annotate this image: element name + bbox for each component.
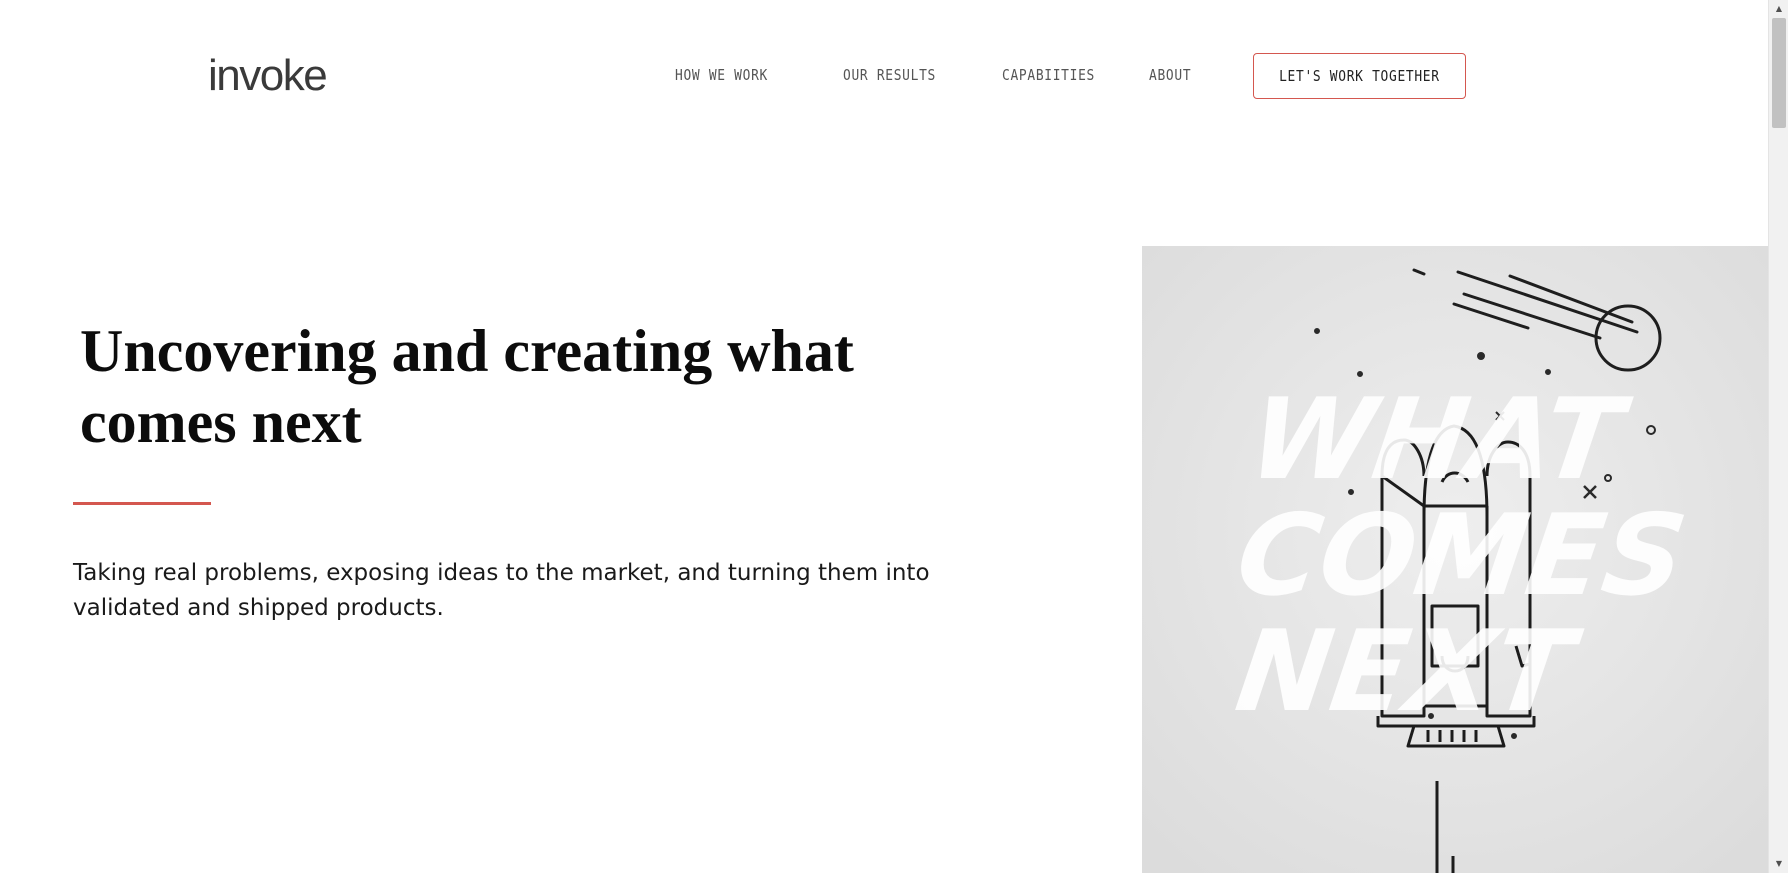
lettering-next: NEXT <box>1229 607 1588 737</box>
vertical-scrollbar[interactable]: ▲ ▼ <box>1768 0 1788 873</box>
nav-capabilities[interactable]: CAPABIITIES <box>1002 66 1095 84</box>
scroll-down-icon[interactable]: ▼ <box>1769 856 1788 872</box>
lettering-what: WHAT <box>1242 375 1638 505</box>
nav-our-results[interactable]: OUR RESULTS <box>843 66 936 84</box>
lets-work-together-button[interactable]: LET'S WORK TOGETHER <box>1253 53 1466 99</box>
hero-title: Uncovering and creating what comes next <box>80 318 854 455</box>
lettering-comes: COMES <box>1229 491 1693 621</box>
hero-artwork: WHAT COMES NEXT <box>1142 246 1768 873</box>
logo[interactable]: invoke <box>208 46 328 106</box>
nav-about[interactable]: ABOUT <box>1149 66 1191 84</box>
nav-how-we-work[interactable]: HOW WE WORK <box>675 66 768 84</box>
scroll-thumb[interactable] <box>1772 18 1786 128</box>
artwork-illustration: WHAT COMES NEXT <box>1142 246 1768 873</box>
hero-subtitle: Taking real problems, exposing ideas to … <box>73 560 930 621</box>
scroll-up-icon[interactable]: ▲ <box>1769 1 1788 17</box>
accent-divider <box>73 502 211 505</box>
page: invoke HOW WE WORK OUR RESULTS CAPABIITI… <box>0 0 1768 873</box>
cta-label: LET'S WORK TOGETHER <box>1279 67 1440 85</box>
site-header: invoke HOW WE WORK OUR RESULTS CAPABIITI… <box>0 0 1768 130</box>
